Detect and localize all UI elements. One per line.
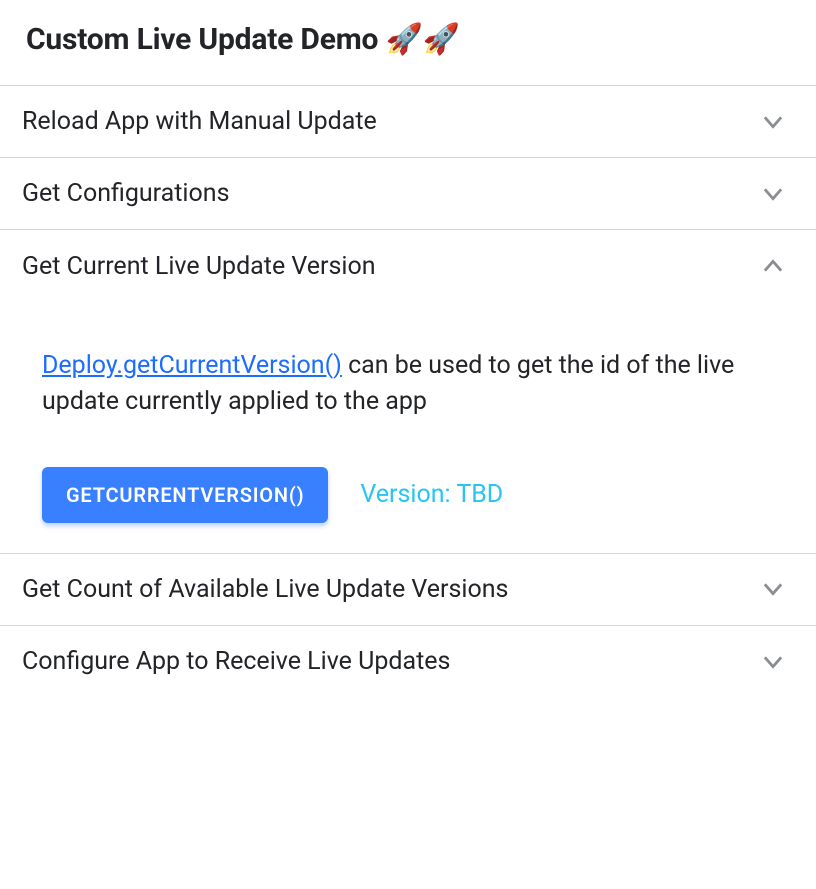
accordion-item-get-count-versions[interactable]: Get Count of Available Live Update Versi…	[0, 554, 816, 626]
accordion-panel-get-current-version: Deploy.getCurrentVersion() can be used t…	[0, 302, 816, 554]
page-title: Custom Live Update Demo 🚀🚀	[26, 22, 790, 57]
accordion-item-label: Get Count of Available Live Update Versi…	[22, 575, 508, 604]
accordion-list: Reload App with Manual Update Get Config…	[0, 86, 816, 698]
accordion-item-label: Get Configurations	[22, 179, 229, 208]
accordion-item-label: Configure App to Receive Live Updates	[22, 647, 450, 676]
chevron-down-icon	[756, 572, 790, 606]
chevron-up-icon	[756, 249, 790, 283]
panel-action-row: getCurrentVersion() Version: TBD	[42, 467, 774, 523]
accordion-item-reload-app[interactable]: Reload App with Manual Update	[0, 86, 816, 158]
deploy-get-current-version-link[interactable]: Deploy.getCurrentVersion()	[42, 351, 342, 380]
accordion-item-label: Get Current Live Update Version	[22, 252, 376, 281]
accordion-item-get-current-version[interactable]: Get Current Live Update Version	[0, 230, 816, 302]
header: Custom Live Update Demo 🚀🚀	[0, 0, 816, 86]
accordion-item-label: Reload App with Manual Update	[22, 107, 377, 136]
version-display: Version: TBD	[360, 480, 503, 509]
accordion-item-get-configurations[interactable]: Get Configurations	[0, 158, 816, 230]
accordion-item-configure-app[interactable]: Configure App to Receive Live Updates	[0, 626, 816, 698]
get-current-version-button[interactable]: getCurrentVersion()	[42, 467, 328, 523]
chevron-down-icon	[756, 105, 790, 139]
chevron-down-icon	[756, 645, 790, 679]
chevron-down-icon	[756, 177, 790, 211]
panel-description: Deploy.getCurrentVersion() can be used t…	[42, 348, 774, 421]
